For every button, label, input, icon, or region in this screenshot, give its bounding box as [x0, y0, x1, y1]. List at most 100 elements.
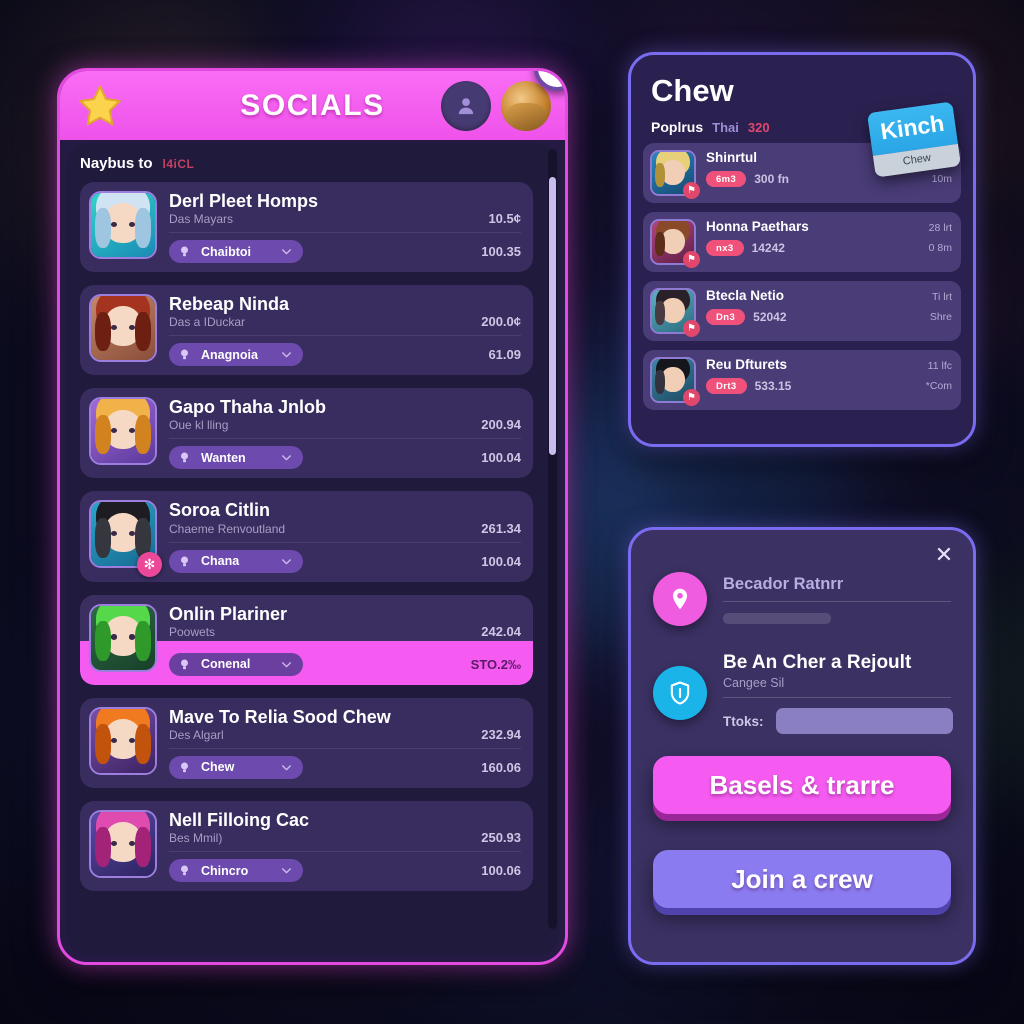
avatar-hair-side — [134, 414, 152, 455]
friend-pill[interactable]: Chana — [169, 549, 303, 573]
avatar-hair-side — [94, 724, 112, 764]
friend-avatar-wrap — [89, 706, 157, 779]
bulb-icon — [181, 246, 188, 257]
friend-row-bottom: Wanten 100.04 — [169, 439, 521, 470]
friend-name: Derl Pleet Homps — [169, 191, 319, 211]
friend-subtitle: Bes Mmil) — [169, 831, 223, 846]
friend-pill-label: Chincro — [201, 863, 249, 878]
friend-row[interactable]: Derl Pleet Homps Das Mayars 10.5¢ Chaibt… — [80, 182, 533, 273]
chew-value-secondary: 0 8m — [928, 242, 952, 254]
profile-button[interactable] — [441, 80, 491, 131]
chevron-down-icon[interactable] — [280, 761, 293, 774]
friend-value-secondary: 100.35 — [481, 244, 521, 260]
avatar-hair-side — [94, 208, 112, 249]
friend-subtitle: Das a IDuckar — [169, 315, 246, 330]
chew-avatar-wrap: ⚑ — [650, 150, 700, 199]
chew-avatar-wrap: ⚑ — [650, 219, 700, 268]
chevron-down-icon[interactable] — [280, 348, 293, 361]
chevron-down-icon[interactable] — [280, 451, 293, 464]
chew-avatar-wrap: ⚑ — [650, 288, 700, 337]
avatar-hair-side — [655, 162, 666, 188]
basels-and-trade-button[interactable]: Basels & trarre — [653, 756, 951, 814]
chew-list[interactable]: ⚑ Shinrtul 1 l lh 6m3 300 fn 10m ⚑ — [641, 143, 963, 410]
friend-avatar[interactable] — [89, 603, 157, 672]
location-pin-icon — [653, 572, 707, 626]
friend-value-primary: 200.0¢ — [481, 314, 521, 330]
friend-pill[interactable]: Conenal — [169, 652, 303, 676]
chew-subheader-a: Poplrus — [651, 119, 704, 135]
chevron-down-icon[interactable] — [280, 658, 293, 671]
friend-value-secondary: 100.04 — [481, 553, 521, 569]
friend-row[interactable]: Nell Filloing Cac Bes Mmil) 250.93 Chinc… — [80, 800, 533, 892]
scrollbar-thumb[interactable] — [549, 177, 556, 455]
chew-subheader-b: Thai — [712, 120, 739, 135]
friend-avatar-wrap: ✻ — [89, 500, 162, 577]
chew-row[interactable]: ⚑ Btecla Netio Ti lrt Dn3 52042 Shre — [643, 281, 961, 341]
person-icon — [458, 97, 474, 114]
friend-avatar-wrap — [89, 809, 157, 882]
avatar-hair-side — [134, 827, 152, 867]
tokens-input[interactable] — [775, 708, 953, 734]
friend-pill[interactable]: Chaibtoi — [169, 240, 303, 264]
friend-name: Mave To Relia Sood Chew — [169, 706, 391, 727]
friend-row-bottom: Conenal STO.2‰ — [169, 646, 521, 676]
divider — [723, 600, 951, 602]
friend-row[interactable]: Mave To Relia Sood Chew Des Algarl 232.9… — [80, 697, 533, 788]
friend-value-primary: 10.5¢ — [488, 211, 521, 227]
chew-subheader-c: 320 — [747, 120, 770, 135]
chew-name: Shinrtul — [706, 150, 757, 165]
friend-avatar[interactable] — [89, 294, 157, 363]
socials-panel: SOCIALS 2 Naybus to l4iCL — [57, 68, 568, 965]
avatar-hair-side — [94, 620, 112, 661]
friend-avatar[interactable] — [89, 191, 157, 259]
friend-avatar[interactable] — [89, 809, 157, 878]
friend-value-primary: 200.94 — [481, 417, 521, 433]
friend-row-top: Nell Filloing Cac Bes Mmil) 250.93 — [169, 809, 521, 853]
friend-avatar[interactable] — [89, 397, 157, 466]
vertical-scrollbar[interactable] — [548, 149, 557, 929]
chew-tag: nx3 — [706, 240, 744, 256]
crew-item-reward-title: Be An Cher a Rejoult — [723, 652, 912, 673]
tokens-label: Ttoks: — [723, 713, 764, 729]
friend-list[interactable]: Derl Pleet Homps Das Mayars 10.5¢ Chaibt… — [80, 182, 551, 962]
friend-row[interactable]: ✻ Soroa Citlin Chaeme Renvoutland 261.34… — [80, 491, 533, 582]
avatar[interactable] — [501, 80, 551, 131]
chevron-down-icon[interactable] — [280, 555, 293, 568]
friend-row[interactable]: Gapo Thaha Jnlob Oue kl lling 200.94 Wan… — [80, 388, 533, 479]
chevron-down-icon[interactable] — [280, 864, 293, 877]
chew-row[interactable]: ⚑ Reu Dfturets 11 lfc Drt3 533.15 *Com — [643, 350, 961, 410]
avatar-hair-side — [655, 231, 666, 257]
friend-row-bottom: Chincro 100.06 — [169, 852, 521, 883]
crew-item-reward[interactable]: Be An Cher a Rejoult Cangee Sil Ttoks: — [653, 652, 953, 734]
friend-avatar-badge: ✻ — [137, 551, 162, 577]
chevron-down-icon[interactable] — [280, 245, 293, 258]
friend-value-secondary: STO.2‰ — [470, 656, 521, 672]
friend-pill[interactable]: Anagnoia — [169, 343, 303, 367]
friend-row-top: Soroa Citlin Chaeme Renvoutland 261.34 — [169, 500, 521, 543]
avatar-hair-side — [134, 208, 152, 249]
avatar-eye — [110, 634, 118, 640]
crew-item-reward-body: Be An Cher a Rejoult Cangee Sil Ttoks: — [723, 652, 953, 734]
kinch-card[interactable]: Kinch Chew — [866, 101, 962, 178]
join-a-crew-button[interactable]: Join a crew — [653, 850, 951, 908]
chew-avatar-wrap: ⚑ — [650, 357, 700, 406]
crew-item-location[interactable]: Becador Ratnrr — [653, 572, 951, 626]
avatar-eye — [110, 737, 118, 743]
chew-name: Honna Paethars — [706, 219, 809, 234]
friend-name: Nell Filloing Cac — [169, 809, 310, 830]
avatar-hair-side — [134, 620, 152, 661]
chew-avatar-badge: ⚑ — [683, 251, 700, 268]
friend-avatar[interactable] — [89, 706, 157, 775]
friend-pill[interactable]: Wanten — [169, 446, 303, 470]
friend-row-bottom: Chana 100.04 — [169, 543, 521, 573]
friend-pill[interactable]: Chew — [169, 755, 303, 779]
chew-row[interactable]: ⚑ Honna Paethars 28 lrt nx3 14242 0 8m — [643, 212, 961, 272]
friend-row[interactable]: Rebeap Ninda Das a IDuckar 200.0¢ Anagno… — [80, 285, 533, 376]
chew-row-body: Reu Dfturets 11 lfc Drt3 533.15 *Com — [706, 357, 952, 403]
friend-pill[interactable]: Chincro — [169, 859, 303, 883]
close-icon[interactable]: ✕ — [931, 542, 957, 568]
friend-row[interactable]: Onlin Plariner Poowets 242.04 Conenal ST — [80, 594, 533, 685]
friend-value-primary: 242.04 — [481, 623, 521, 639]
socials-header: SOCIALS 2 — [60, 71, 565, 140]
friend-value-primary: 250.93 — [481, 830, 521, 846]
